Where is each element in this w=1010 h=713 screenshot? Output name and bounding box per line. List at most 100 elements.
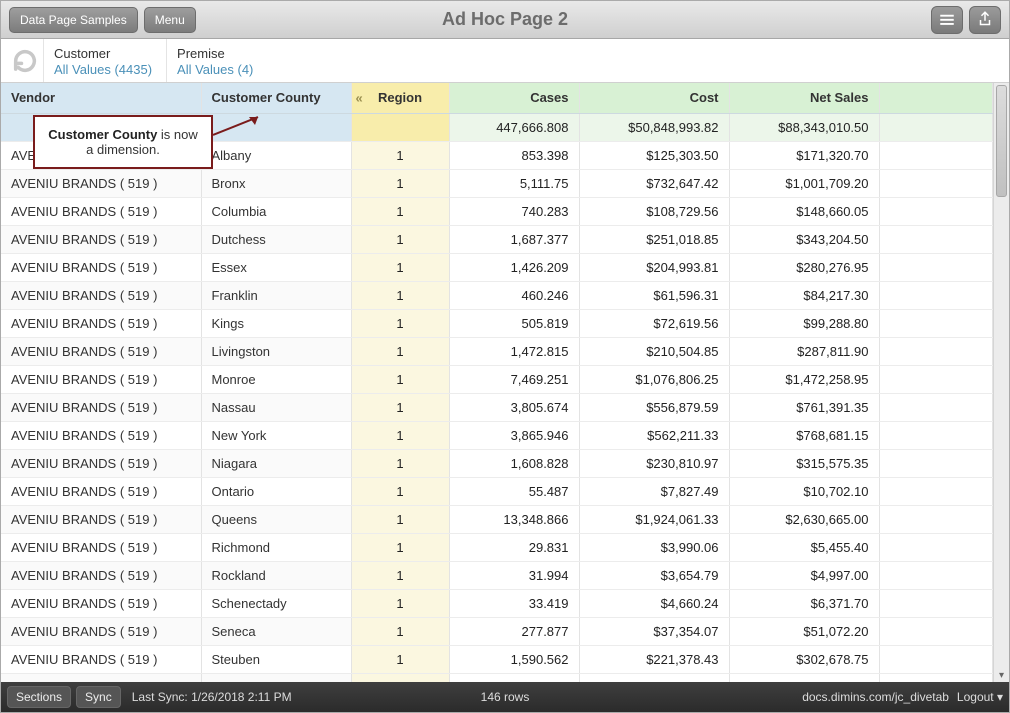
cell-county: Columbia <box>201 197 351 225</box>
cell-sales: $315,575.35 <box>729 449 879 477</box>
scroll-down-arrow-icon[interactable]: ▾ <box>994 668 1009 682</box>
cell-vendor: AVENIU BRANDS ( 519 ) <box>1 589 201 617</box>
last-sync-text: Last Sync: 1/26/2018 2:11 PM <box>132 690 292 704</box>
cell-vendor: AVENIU BRANDS ( 519 ) <box>1 309 201 337</box>
sections-button[interactable]: Sections <box>7 686 71 708</box>
cell-region: 1 <box>351 225 449 253</box>
table-row[interactable]: AVENIU BRANDS ( 519 )Dutchess11,687.377$… <box>1 225 993 253</box>
cell-county: Seneca <box>201 617 351 645</box>
header-cases[interactable]: Cases <box>449 83 579 113</box>
collapse-chevron-icon[interactable]: « <box>356 90 363 105</box>
cell-cost: $72,619.56 <box>579 309 729 337</box>
scrollbar-thumb[interactable] <box>996 85 1007 197</box>
table-row[interactable]: AVENIU BRANDS ( 519 )Suffolk1588.318$82,… <box>1 673 993 682</box>
table-row[interactable]: AVENIU BRANDS ( 519 )Schenectady133.419$… <box>1 589 993 617</box>
cell-region: 1 <box>351 477 449 505</box>
cell-cost: $221,378.43 <box>579 645 729 673</box>
table-row[interactable]: AVENIU BRANDS ( 519 )Franklin1460.246$61… <box>1 281 993 309</box>
filter-bar: CustomerAll Values (4435)PremiseAll Valu… <box>1 39 1009 83</box>
cell-region: 1 <box>351 673 449 682</box>
cell-vendor: AVENIU BRANDS ( 519 ) <box>1 225 201 253</box>
cell-county: Rockland <box>201 561 351 589</box>
cell-sales: $302,678.75 <box>729 645 879 673</box>
cell-cases: 505.819 <box>449 309 579 337</box>
cell-sales: $113,382.80 <box>729 673 879 682</box>
header-cost[interactable]: Cost <box>579 83 729 113</box>
table-row[interactable]: AVENIU BRANDS ( 519 )Columbia1740.283$10… <box>1 197 993 225</box>
cell-cost: $3,654.79 <box>579 561 729 589</box>
table-row[interactable]: AVENIU BRANDS ( 519 )New York13,865.946$… <box>1 421 993 449</box>
cell-sales: $6,371.70 <box>729 589 879 617</box>
cell-pad <box>879 169 993 197</box>
header-pad <box>879 83 993 113</box>
table-row[interactable]: AVENIU BRANDS ( 519 )Ontario155.487$7,82… <box>1 477 993 505</box>
hamburger-button[interactable] <box>931 6 963 34</box>
filter-premise[interactable]: PremiseAll Values (4) <box>166 39 267 82</box>
callout-bold: Customer County <box>48 127 157 142</box>
filter-customer[interactable]: CustomerAll Values (4435) <box>43 39 166 82</box>
table-row[interactable]: AVENIU BRANDS ( 519 )Queens113,348.866$1… <box>1 505 993 533</box>
cell-cases: 55.487 <box>449 477 579 505</box>
cell-sales: $343,204.50 <box>729 225 879 253</box>
sync-button[interactable]: Sync <box>76 686 121 708</box>
header-vendor[interactable]: Vendor <box>1 83 201 113</box>
status-bar: Sections Sync Last Sync: 1/26/2018 2:11 … <box>1 682 1009 712</box>
table-row[interactable]: AVENIU BRANDS ( 519 )Seneca1277.877$37,3… <box>1 617 993 645</box>
table-row[interactable]: AVENIU BRANDS ( 519 )Rockland131.994$3,6… <box>1 561 993 589</box>
share-button[interactable] <box>969 6 1001 34</box>
cell-region: 1 <box>351 505 449 533</box>
filter-label: Premise <box>177 46 253 61</box>
cell-sales: $84,217.30 <box>729 281 879 309</box>
cell-cases: 3,865.946 <box>449 421 579 449</box>
cell-vendor: AVENIU BRANDS ( 519 ) <box>1 533 201 561</box>
cell-pad <box>879 197 993 225</box>
header-region-label: Region <box>378 90 422 105</box>
table-row[interactable]: AVENIU BRANDS ( 519 )Livingston11,472.81… <box>1 337 993 365</box>
table-row[interactable]: AVENIU BRANDS ( 519 )Nassau13,805.674$55… <box>1 393 993 421</box>
cell-cases: 3,805.674 <box>449 393 579 421</box>
cell-sales: $99,288.80 <box>729 309 879 337</box>
cell-cases: 1,426.209 <box>449 253 579 281</box>
cell-pad <box>879 589 993 617</box>
cell-cost: $7,827.49 <box>579 477 729 505</box>
cell-cost: $4,660.24 <box>579 589 729 617</box>
back-button[interactable]: Data Page Samples <box>9 7 138 33</box>
header-sales[interactable]: Net Sales <box>729 83 879 113</box>
header-region[interactable]: « Region <box>351 83 449 113</box>
refresh-icon <box>11 47 39 75</box>
data-table: Vendor Customer County « Region Cases Co… <box>1 83 993 682</box>
annotation-callout: Customer County is now a dimension. <box>33 115 213 169</box>
summary-cost: $50,848,993.82 <box>579 113 729 141</box>
menu-button[interactable]: Menu <box>144 7 196 33</box>
table-row[interactable]: AVENIU BRANDS ( 519 )Richmond129.831$3,9… <box>1 533 993 561</box>
refresh-button[interactable] <box>7 39 43 82</box>
cell-pad <box>879 253 993 281</box>
cell-region: 1 <box>351 393 449 421</box>
table-row[interactable]: AVENIU BRANDS ( 519 )Niagara11,608.828$2… <box>1 449 993 477</box>
summary-region <box>351 113 449 141</box>
table-row[interactable]: AVENIU BRANDS ( 519 )Bronx15,111.75$732,… <box>1 169 993 197</box>
summary-county <box>201 113 351 141</box>
cell-pad <box>879 141 993 169</box>
cell-cases: 460.246 <box>449 281 579 309</box>
cell-county: Essex <box>201 253 351 281</box>
cell-pad <box>879 281 993 309</box>
table-row[interactable]: AVENIU BRANDS ( 519 )Steuben11,590.562$2… <box>1 645 993 673</box>
cell-cases: 588.318 <box>449 673 579 682</box>
cell-region: 1 <box>351 365 449 393</box>
header-county[interactable]: Customer County <box>201 83 351 113</box>
vertical-scrollbar[interactable]: ▾ <box>993 83 1009 682</box>
cell-vendor: AVENIU BRANDS ( 519 ) <box>1 617 201 645</box>
filter-label: Customer <box>54 46 152 61</box>
table-row[interactable]: AVENIU BRANDS ( 519 )Essex11,426.209$204… <box>1 253 993 281</box>
table-row[interactable]: AVENIU BRANDS ( 519 )Kings1505.819$72,61… <box>1 309 993 337</box>
cell-sales: $4,997.00 <box>729 561 879 589</box>
cell-cost: $61,596.31 <box>579 281 729 309</box>
logout-button[interactable]: Logout ▾ <box>957 690 1003 704</box>
cell-pad <box>879 617 993 645</box>
table-row[interactable]: AVENIU BRANDS ( 519 )Monroe17,469.251$1,… <box>1 365 993 393</box>
cell-cases: 853.398 <box>449 141 579 169</box>
cell-sales: $761,391.35 <box>729 393 879 421</box>
cell-sales: $171,320.70 <box>729 141 879 169</box>
cell-vendor: AVENIU BRANDS ( 519 ) <box>1 645 201 673</box>
